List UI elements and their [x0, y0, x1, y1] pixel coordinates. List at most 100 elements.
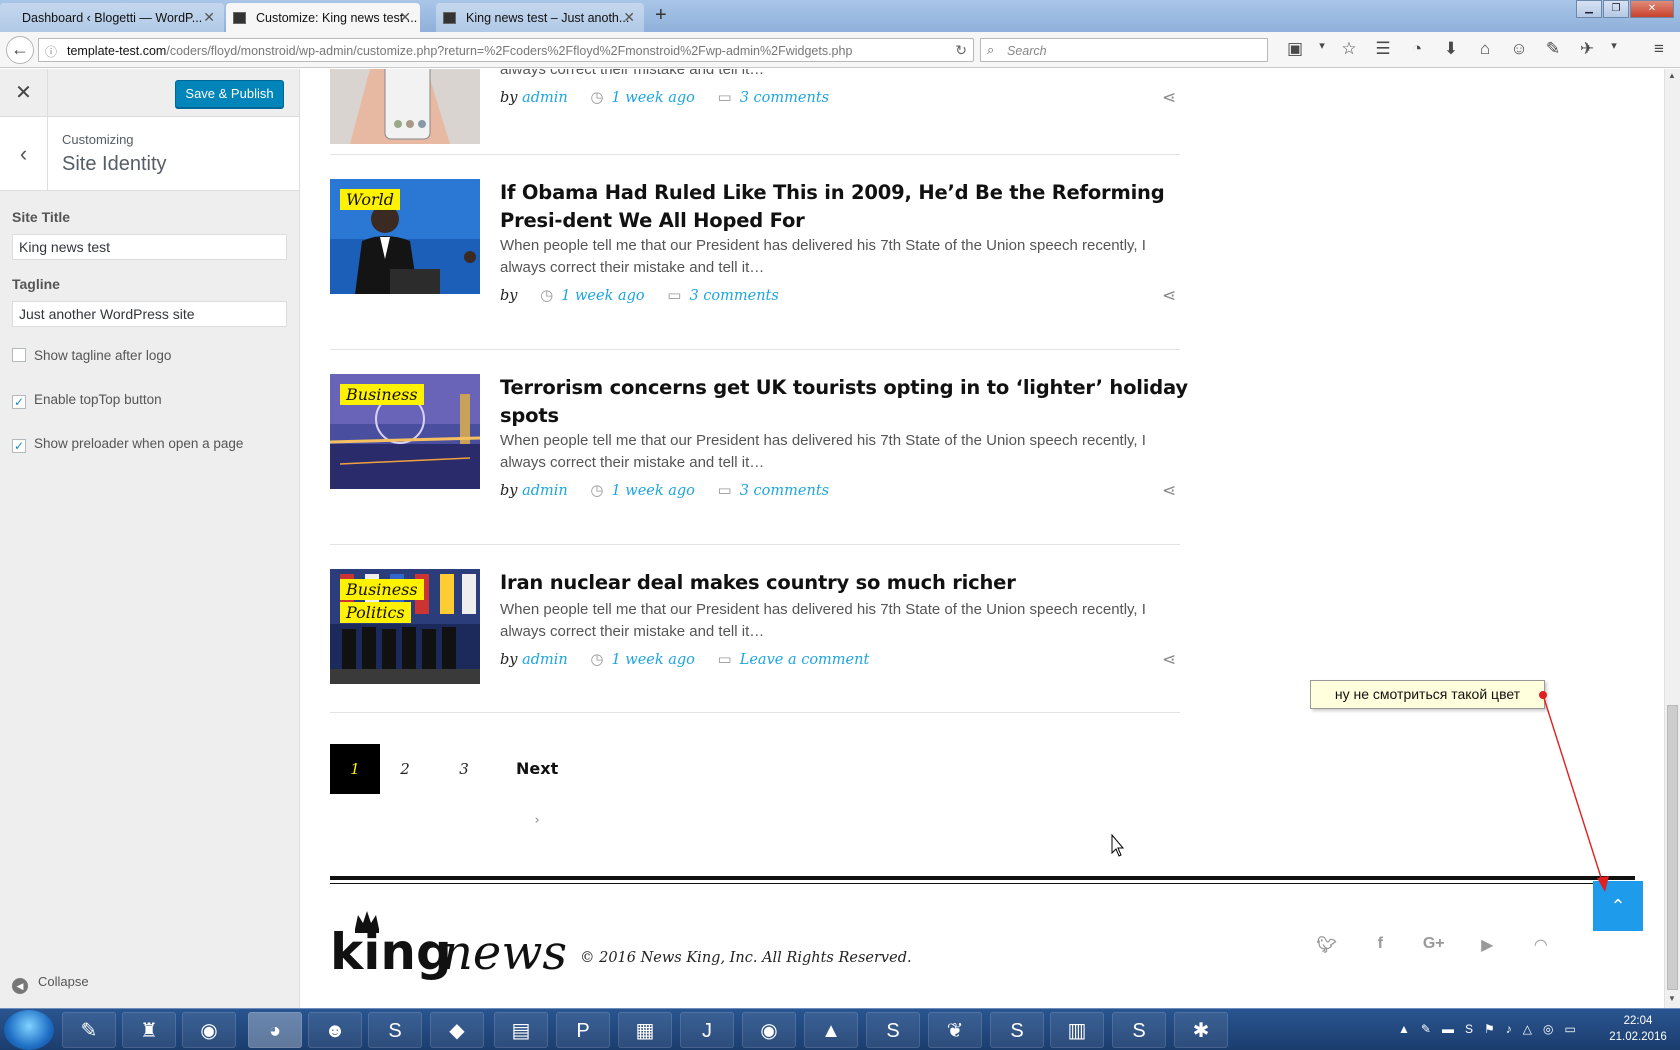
chrome-app-icon[interactable]: ◉ — [182, 1012, 236, 1048]
browser-tab-dashboard[interactable]: Dashboard ‹ Blogetti — WordP... ✕ — [0, 3, 224, 32]
tray-s-icon[interactable]: S — [1465, 1022, 1473, 1036]
save-publish-button[interactable]: Save & Publish — [175, 80, 284, 108]
date-link[interactable]: 1 week ago — [561, 288, 644, 304]
browser-tab-customize[interactable]: Customize: King news test ... ✕ — [226, 3, 420, 32]
checkbox-checked-icon[interactable]: ✓ — [12, 439, 26, 453]
url-bar[interactable]: ⓘ template-test.com/coders/floyd/monstro… — [38, 38, 974, 62]
show-preloader-checkbox[interactable]: ✓ Show preloader when open a page — [12, 436, 243, 453]
reading-list-icon[interactable]: ☰ — [1366, 39, 1400, 59]
post-thumbnail-speaker[interactable]: World — [330, 179, 480, 294]
tray-feather-icon[interactable]: ✎ — [1421, 1022, 1431, 1036]
checkbox-checked-icon[interactable]: ✓ — [12, 395, 26, 409]
site-info-icon[interactable]: ⓘ — [45, 43, 57, 60]
phpstorm-app-icon[interactable]: ◆ — [430, 1012, 484, 1048]
new-tab-icon[interactable]: + — [655, 4, 667, 27]
preview-scrollbar[interactable]: ▲ ▼ — [1664, 69, 1680, 1008]
author-link[interactable]: admin — [522, 652, 568, 668]
dropdown-icon[interactable]: ▾ — [1312, 39, 1332, 59]
download-icon[interactable]: ⬇ — [1434, 39, 1468, 59]
page-link-current[interactable]: 1 — [330, 744, 380, 794]
share-icon[interactable]: ⋖ — [1162, 481, 1176, 501]
calculator-app-icon[interactable]: ▦ — [618, 1012, 672, 1048]
category-badge[interactable]: World — [340, 189, 400, 210]
window-close-icon[interactable]: ✕ — [1630, 0, 1674, 18]
screenshot-icon[interactable]: ▣ — [1278, 39, 1312, 59]
tagline-input[interactable]: Just another WordPress site — [12, 301, 287, 327]
drive-icon[interactable]: △ — [1523, 1022, 1532, 1036]
site-logo[interactable]: king news — [330, 907, 570, 992]
mask-app-icon[interactable]: ☻ — [308, 1012, 362, 1048]
tab-close-icon[interactable]: ✕ — [203, 9, 215, 26]
author-link[interactable]: admin — [522, 483, 568, 499]
author-link[interactable]: admin — [522, 90, 568, 106]
steam-icon[interactable]: ◎ — [1543, 1022, 1553, 1036]
checkbox-unchecked[interactable] — [12, 348, 26, 362]
addon-icon[interactable]: ✎ — [1536, 39, 1570, 59]
volume-icon[interactable]: ♪ — [1506, 1022, 1512, 1036]
comments-link[interactable]: 3 comments — [740, 483, 829, 499]
menu-icon[interactable]: ≡ — [1642, 39, 1676, 59]
to-top-button[interactable]: ⌃ — [1593, 881, 1643, 931]
tab-close-icon[interactable]: ✕ — [623, 9, 635, 26]
skype-app-icon[interactable]: S — [1112, 1012, 1166, 1048]
tray-expand-icon[interactable]: ▲ — [1398, 1022, 1410, 1036]
share-icon[interactable]: ⋖ — [1162, 88, 1176, 108]
category-badge[interactable]: Business — [340, 579, 424, 600]
page-link[interactable]: 2 — [390, 744, 420, 794]
sublime-app-icon[interactable]: S — [368, 1012, 422, 1048]
explorer-app-icon[interactable]: ▥ — [1050, 1012, 1104, 1048]
firefox-app-icon[interactable]: ◕ — [248, 1012, 302, 1048]
post-title[interactable]: Iran nuclear deal makes country so much … — [500, 569, 1190, 597]
home-icon[interactable]: ⌂ — [1468, 39, 1502, 59]
pocket-icon[interactable]: ◔ — [1400, 39, 1434, 59]
minimize-icon[interactable]: ▁ — [1576, 0, 1602, 18]
category-badge[interactable]: Business — [340, 384, 424, 405]
date-link[interactable]: 1 week ago — [611, 483, 694, 499]
facebook-icon[interactable]: f — [1354, 935, 1408, 955]
bookmark-star-icon[interactable]: ☆ — [1332, 39, 1366, 59]
post-title[interactable]: If Obama Had Ruled Like This in 2009, He… — [500, 179, 1190, 235]
post-thumbnail-london[interactable]: Business — [330, 374, 480, 489]
youtube-icon[interactable]: ▶ — [1461, 935, 1515, 955]
game-app-icon[interactable]: ♜ — [122, 1012, 176, 1048]
share-icon[interactable]: ⋖ — [1162, 650, 1176, 670]
page-link[interactable]: 3 — [449, 744, 479, 794]
jetbrains-app-icon[interactable]: J — [680, 1012, 734, 1048]
scroll-down-icon[interactable]: ▼ — [1668, 994, 1676, 1003]
twitter-icon[interactable]: 🐦︎ — [1300, 935, 1354, 955]
next-page-link[interactable]: Next › — [516, 744, 558, 828]
s-app-icon[interactable]: S — [866, 1012, 920, 1048]
language-flag-icon[interactable]: ▬ — [1442, 1022, 1454, 1036]
save-app-icon[interactable]: ▤ — [494, 1012, 548, 1048]
scroll-thumb[interactable] — [1667, 705, 1678, 990]
dropdown-icon[interactable]: ▾ — [1604, 39, 1624, 59]
sublime-app-icon-2[interactable]: S — [990, 1012, 1044, 1048]
notepad-app-icon[interactable]: ✎ — [62, 1012, 116, 1048]
battery-icon[interactable]: ▭ — [1564, 1022, 1575, 1036]
comments-link[interactable]: 3 comments — [689, 288, 778, 304]
date-link[interactable]: 1 week ago — [611, 90, 694, 106]
share-icon[interactable]: ⋖ — [1162, 286, 1176, 306]
enable-totop-checkbox[interactable]: ✓ Enable topTop button — [12, 392, 162, 409]
search-input[interactable]: ⌕ Search — [980, 38, 1268, 62]
scroll-up-icon[interactable]: ▲ — [1668, 71, 1676, 80]
bug-app-icon[interactable]: ✱ — [1174, 1012, 1228, 1048]
post-title[interactable]: Terrorism concerns get UK tourists optin… — [500, 374, 1190, 430]
show-tagline-checkbox[interactable]: Show tagline after logo — [12, 348, 171, 363]
addon-icon-2[interactable]: ✈ — [1570, 39, 1604, 59]
archicad-app-icon[interactable]: ▲ — [804, 1012, 858, 1048]
tab-close-icon[interactable]: ✕ — [399, 9, 411, 26]
close-icon[interactable]: ✕ — [0, 69, 48, 117]
browser-tab-site[interactable]: King news test – Just anoth... ✕ — [436, 3, 644, 32]
system-clock[interactable]: 22:04 21.02.2016 — [1602, 1013, 1674, 1045]
comments-link[interactable]: Leave a comment — [740, 652, 870, 668]
back-chevron-icon[interactable]: ‹ — [0, 117, 48, 190]
comments-link[interactable]: 3 comments — [740, 90, 829, 106]
post-thumbnail-leaders[interactable]: Business Politics — [330, 569, 480, 684]
site-title-input[interactable]: King news test — [12, 234, 287, 260]
google-plus-icon[interactable]: G+ — [1407, 935, 1461, 955]
post-thumbnail-phone[interactable] — [330, 69, 480, 144]
maximize-icon[interactable]: ❐ — [1603, 0, 1629, 18]
chrome-app-icon-2[interactable]: ◉ — [742, 1012, 796, 1048]
feather-app-icon[interactable]: ❦ — [928, 1012, 982, 1048]
